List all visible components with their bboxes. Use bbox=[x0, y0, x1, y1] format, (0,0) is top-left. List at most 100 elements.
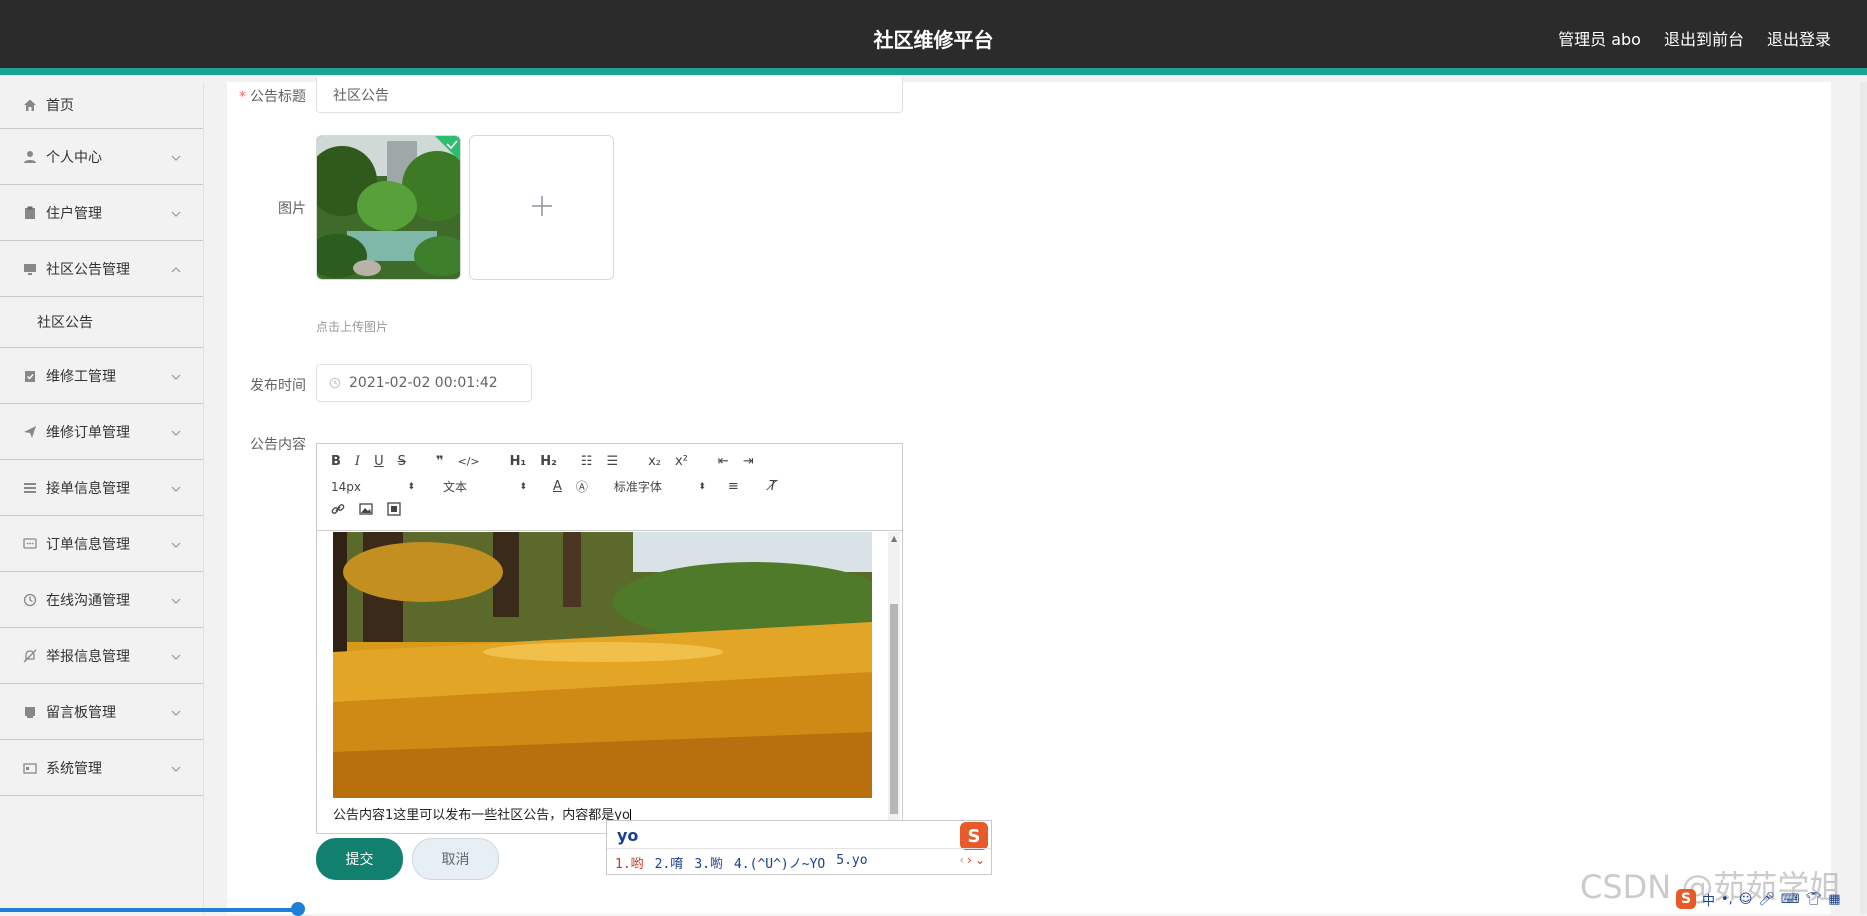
sidebar-item-online-chat[interactable]: 在线沟通管理 bbox=[0, 572, 203, 628]
page-scrollbar[interactable] bbox=[1860, 82, 1867, 914]
title-label: * 公告标题 bbox=[239, 89, 306, 105]
editor-scrollbar[interactable]: ▲ bbox=[888, 532, 900, 822]
sogou-tray-icon[interactable]: S bbox=[1676, 889, 1696, 909]
top-links: 管理员 abo 退出到前台 退出登录 bbox=[1558, 26, 1831, 50]
clear-format-icon[interactable]: T̸ bbox=[769, 479, 777, 494]
sidebar-item-reports[interactable]: 举报信息管理 bbox=[0, 628, 203, 684]
heading2-icon[interactable]: H₂ bbox=[540, 454, 557, 469]
align-left-icon[interactable]: ≡ bbox=[728, 479, 739, 494]
add-image-button[interactable] bbox=[469, 135, 614, 280]
cancel-button[interactable]: 取消 bbox=[412, 838, 499, 880]
bell-off-icon bbox=[22, 648, 38, 664]
ordered-list-icon[interactable]: ☷ bbox=[581, 454, 593, 469]
checklist-icon bbox=[22, 368, 38, 384]
monitor-icon bbox=[22, 261, 38, 277]
date-picker[interactable]: 2021-02-02 00:01:42 bbox=[316, 364, 532, 402]
sidebar-item-profile[interactable]: 个人中心 bbox=[0, 129, 203, 185]
blockquote-icon[interactable]: ❞ bbox=[436, 454, 444, 469]
subscript-icon[interactable]: x₂ bbox=[648, 454, 661, 469]
chevron-down-icon bbox=[171, 368, 181, 384]
outdent-icon[interactable]: ⇤ bbox=[718, 454, 729, 469]
ime-candidate-window: yo S 1.哟 2.唷 3.喲 4.(^U^)ノ~YO 5.yo ‹ › ⌄ bbox=[606, 820, 992, 875]
background-color-icon[interactable]: Ⓐ bbox=[576, 478, 588, 495]
sidebar-item-residents[interactable]: 住户管理 bbox=[0, 185, 203, 241]
ime-input-text: yo bbox=[617, 826, 639, 845]
sidebar-item-label: 社区公告管理 bbox=[46, 261, 130, 278]
admin-user-link[interactable]: 管理员 abo bbox=[1558, 26, 1641, 50]
sidebar-item-home[interactable]: 首页 bbox=[0, 82, 203, 129]
font-size-select[interactable]: 14px ⬍ bbox=[331, 480, 415, 494]
upload-hint: 点击上传图片 bbox=[316, 320, 389, 334]
editor-text[interactable]: 公告内容1这里可以发布一些社区公告，内容都是yo bbox=[333, 804, 631, 823]
sidebar-item-accept-info[interactable]: 接单信息管理 bbox=[0, 460, 203, 516]
ime-candidates: 1.哟 2.唷 3.喲 4.(^U^)ノ~YO 5.yo bbox=[615, 853, 868, 872]
submit-button[interactable]: 提交 bbox=[316, 838, 403, 880]
ime-tray: S 中 •, ☺ 🎤︎ ⌨︎ 👕︎ ▦ bbox=[1676, 888, 1856, 910]
chevron-down-icon bbox=[171, 480, 181, 496]
ime-candidate[interactable]: 4.(^U^)ノ~YO bbox=[734, 853, 825, 872]
clock-icon bbox=[22, 592, 38, 608]
heading1-icon[interactable]: H₁ bbox=[510, 454, 527, 469]
emoji-icon[interactable]: ☺ bbox=[1739, 892, 1753, 907]
sidebar-item-repair-orders[interactable]: 维修订单管理 bbox=[0, 404, 203, 460]
strikethrough-icon[interactable]: S bbox=[398, 454, 406, 469]
ime-expand-icon[interactable]: ⌄ bbox=[975, 853, 985, 867]
editor-scrollbar-thumb[interactable] bbox=[890, 604, 898, 814]
image-icon[interactable] bbox=[359, 502, 373, 520]
chevron-down-icon bbox=[171, 149, 181, 165]
chevron-down-icon bbox=[171, 760, 181, 776]
ime-next-icon[interactable]: › bbox=[967, 853, 972, 867]
punctuation-icon[interactable]: •, bbox=[1721, 892, 1733, 907]
ime-candidate[interactable]: 1.哟 bbox=[615, 853, 644, 872]
link-icon[interactable] bbox=[331, 502, 345, 520]
chevron-down-icon bbox=[171, 704, 181, 720]
ime-candidate[interactable]: 5.yo bbox=[836, 853, 867, 872]
chevron-up-icon bbox=[171, 261, 181, 277]
sidebar-subitem-notice[interactable]: 社区公告 bbox=[0, 297, 203, 348]
sidebar-item-system[interactable]: 系统管理 bbox=[0, 740, 203, 796]
plus-icon bbox=[530, 194, 554, 222]
indent-icon[interactable]: ⇥ bbox=[743, 454, 754, 469]
sidebar-item-label: 系统管理 bbox=[46, 760, 102, 777]
chinese-mode-icon[interactable]: 中 bbox=[1702, 890, 1715, 909]
sidebar-item-label: 个人中心 bbox=[46, 149, 102, 166]
bold-icon[interactable]: B bbox=[331, 454, 341, 469]
chevron-down-icon bbox=[171, 592, 181, 608]
uploaded-image-thumbnail[interactable] bbox=[316, 135, 461, 280]
microphone-icon[interactable]: 🎤︎ bbox=[1758, 892, 1775, 907]
editor-toolbar-row-2: 14px ⬍ 文本 ⬍ A Ⓐ 标准字体 ⬍ ≡ T̸ bbox=[331, 478, 791, 495]
ime-prev-icon[interactable]: ‹ bbox=[959, 853, 964, 867]
title-input[interactable]: 社区公告 bbox=[316, 77, 903, 113]
italic-icon[interactable]: I bbox=[355, 454, 360, 469]
skin-icon[interactable]: 👕︎ bbox=[1806, 892, 1823, 907]
garden-photo bbox=[317, 136, 460, 279]
superscript-icon[interactable]: x² bbox=[675, 454, 688, 469]
top-bar: 社区维修平台 管理员 abo 退出到前台 退出登录 bbox=[0, 0, 1867, 75]
ime-candidate[interactable]: 2.唷 bbox=[655, 853, 684, 872]
sidebar-item-notice-mgmt[interactable]: 社区公告管理 bbox=[0, 241, 203, 297]
code-icon[interactable]: </> bbox=[457, 455, 479, 468]
chevron-down-icon bbox=[171, 648, 181, 664]
sidebar-subitem-label: 社区公告 bbox=[37, 315, 93, 331]
ime-candidate[interactable]: 3.喲 bbox=[694, 853, 723, 872]
keyboard-icon[interactable]: ⌨︎ bbox=[1781, 892, 1800, 907]
sidebar-item-message-board[interactable]: 留言板管理 bbox=[0, 684, 203, 740]
video-icon[interactable] bbox=[387, 502, 401, 520]
clipboard-icon bbox=[22, 205, 38, 221]
exit-to-frontend-link[interactable]: 退出到前台 bbox=[1664, 26, 1744, 50]
sidebar-item-order-info[interactable]: 订单信息管理 bbox=[0, 516, 203, 572]
sidebar-item-workers[interactable]: 维修工管理 bbox=[0, 348, 203, 404]
scroll-up-icon[interactable]: ▲ bbox=[891, 534, 897, 543]
loading-progress-bar bbox=[0, 908, 300, 912]
block-type-select[interactable]: 文本 ⬍ bbox=[443, 478, 527, 495]
sidebar-item-label: 接单信息管理 bbox=[46, 480, 130, 497]
underline-icon[interactable]: U bbox=[374, 454, 384, 469]
ime-page-controls: ‹ › ⌄ bbox=[959, 853, 985, 867]
toolbox-icon[interactable]: ▦ bbox=[1828, 892, 1840, 907]
font-color-icon[interactable]: A bbox=[553, 479, 562, 494]
bullet-list-icon[interactable]: ☰ bbox=[606, 454, 618, 469]
editor-divider bbox=[317, 530, 902, 531]
font-family-select[interactable]: 标准字体 ⬍ bbox=[614, 478, 706, 495]
logout-link[interactable]: 退出登录 bbox=[1767, 26, 1831, 50]
settings-card-icon bbox=[22, 760, 38, 776]
